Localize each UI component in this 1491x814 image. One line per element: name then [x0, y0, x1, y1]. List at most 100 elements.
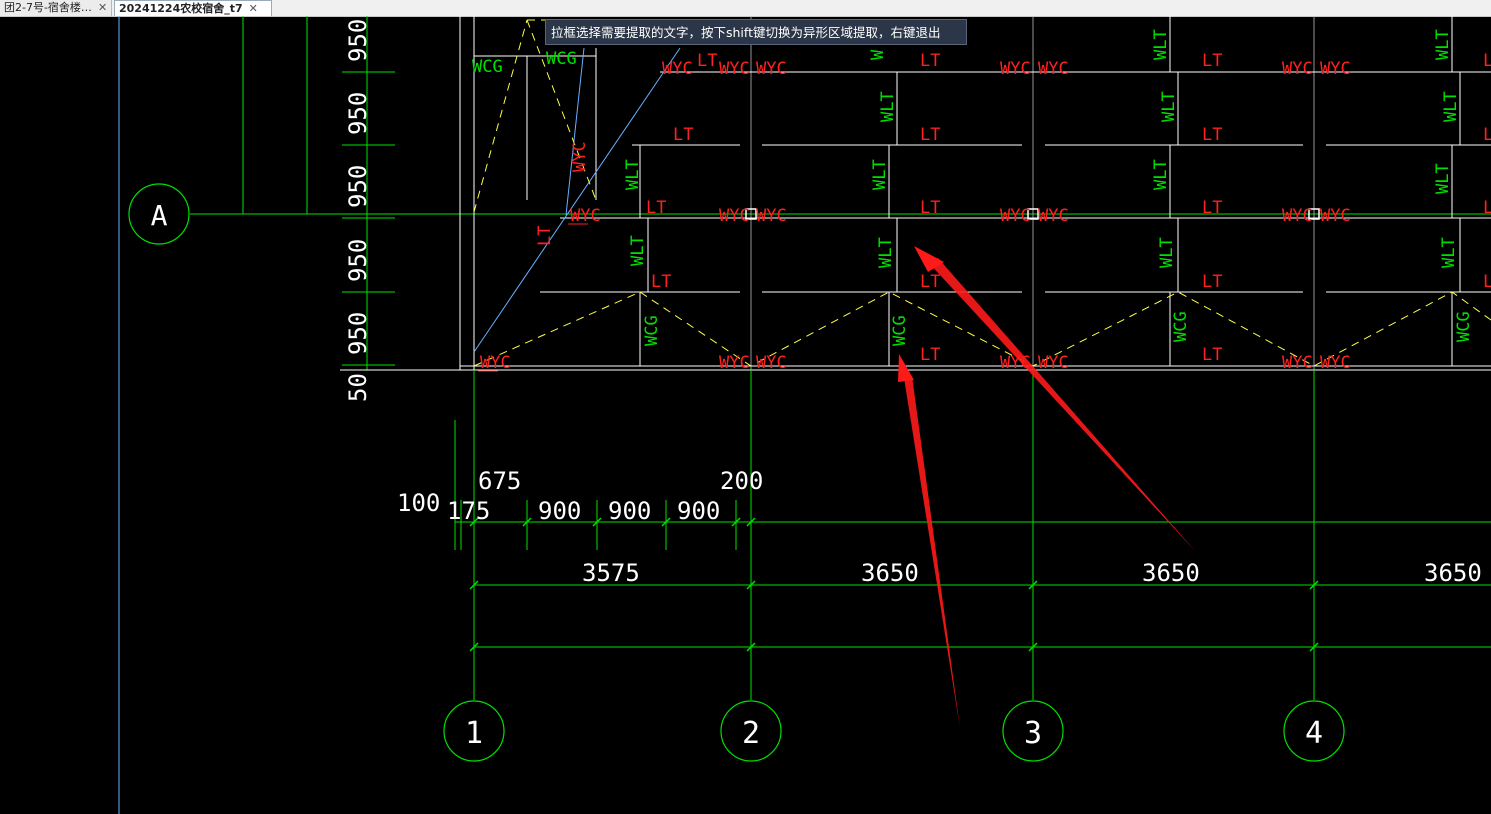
dim-text: 900 [538, 497, 581, 525]
dim-text: 50 [344, 373, 372, 402]
frame-lines [340, 16, 1491, 371]
label-wyc: WYC [480, 353, 511, 373]
label-wyc-vertical: WYC [570, 141, 590, 172]
label-lt: LT [673, 125, 693, 145]
arrow-1-shaft [928, 258, 1196, 552]
label-wlt-vertical: WLT [1433, 29, 1453, 60]
label-wyc: WYC [1038, 59, 1069, 79]
label-lt: LT [1202, 345, 1222, 365]
label-lt: LT [920, 345, 940, 365]
axis-label-3: 3 [1024, 716, 1042, 751]
axis-labels-bottom: 1 2 3 4 [465, 716, 1323, 751]
label-wyc: WYC [756, 206, 787, 226]
label-wcg-vertical: WCG [1454, 311, 1474, 342]
label-wlt-vertical: WLT [878, 91, 898, 122]
tab-label: 20241224农校宿舍_t7 [119, 2, 243, 15]
label-wlt-vertical: WLT [628, 235, 648, 266]
arrow-2-shaft [904, 376, 960, 728]
label-w-vertical: W [868, 49, 888, 60]
annotation-arrows [898, 246, 1196, 728]
label-lt: LT [920, 272, 940, 292]
tab-bar: 团2-7号-宿舍楼… ✕ 20241224农校宿舍_t7 ✕ [0, 0, 1491, 17]
label-wyc: WYC [1000, 59, 1031, 79]
dim-text: 3650 [1142, 559, 1200, 587]
text-extract-tooltip: 拉框选择需要提取的文字，按下shift键切换为异形区域提取，右键退出 [545, 19, 967, 45]
label-wcg-vertical: WCG [1171, 311, 1191, 342]
label-wlt-vertical: WLT [1441, 91, 1461, 122]
label-wyc: WYC [719, 206, 750, 226]
label-wcg: WCG [546, 49, 577, 69]
label-wlt-vertical: WLT [1433, 163, 1453, 194]
close-icon[interactable]: ✕ [98, 1, 107, 14]
dim-text: 175 [447, 497, 490, 525]
close-icon[interactable]: ✕ [249, 2, 258, 15]
label-wyc: WYC [1282, 206, 1313, 226]
label-lt: LT [920, 125, 940, 145]
label-wlt-vertical: WLT [1151, 29, 1171, 60]
label-wlt-vertical: WLT [1157, 237, 1177, 268]
label-wyc: WYC [1000, 206, 1031, 226]
vertical-dimension-texts: 950 950 950 950 950 50 [344, 19, 372, 402]
label-wyc: WYC [756, 353, 787, 373]
axis-label-4: 4 [1305, 716, 1323, 751]
label-lt: LT [646, 198, 666, 218]
arrow-2-head [898, 354, 914, 382]
label-wcg-vertical: WCG [890, 315, 910, 346]
label-wlt-vertical: WLT [1159, 91, 1179, 122]
label-wyc: WYC [1282, 353, 1313, 373]
label-wyc: WYC [719, 353, 750, 373]
label-lt: LT [1202, 125, 1222, 145]
label-wlt-vertical: WLT [870, 159, 890, 190]
dim-text: 950 [344, 19, 372, 62]
label-wlt-vertical: WLT [876, 237, 896, 268]
dim-text: 950 [344, 239, 372, 282]
axis-label-2: 2 [742, 716, 760, 751]
label-wyc: WYC [570, 206, 601, 226]
label-underlines [478, 223, 588, 372]
dim-text: 3650 [1424, 559, 1482, 587]
dim-text: 3650 [861, 559, 919, 587]
label-wyc: WYC [1320, 59, 1351, 79]
dim-text: 950 [344, 165, 372, 208]
label-lt-vertical: LT [535, 226, 555, 246]
label-lt: LT [1483, 272, 1491, 292]
label-wyc: WYC [756, 59, 787, 79]
cad-drawing-canvas[interactable]: A 950 950 950 950 950 50 WYC LT WYC WYC … [0, 16, 1491, 814]
dim-text: 950 [344, 92, 372, 135]
label-lt: LT [1202, 272, 1222, 292]
label-wyc: WYC [1320, 206, 1351, 226]
label-lt: LT [1202, 198, 1222, 218]
label-wcg-vertical: WCG [642, 315, 662, 346]
label-lt: LT [920, 51, 940, 71]
label-lt: LT [651, 272, 671, 292]
dim-text: 100 [397, 489, 440, 517]
dim-text: 3575 [582, 559, 640, 587]
label-lt: LT [1483, 198, 1491, 218]
vertical-dimension-lines [242, 16, 395, 370]
label-wlt-vertical: WLT [1439, 237, 1459, 268]
horizontal-dimension-lines [454, 420, 1491, 648]
axis-label-1: 1 [465, 716, 483, 751]
label-wcg: WCG [472, 57, 503, 77]
label-lt: LT [1202, 51, 1222, 71]
dim-text: 900 [608, 497, 651, 525]
axis-label-a: A [151, 199, 168, 232]
label-lt: LT [1483, 51, 1491, 71]
member-labels-red: WYC LT WYC WYC LT WYC WYC LT WYC WYC LT … [480, 51, 1491, 373]
label-lt: LT [920, 198, 940, 218]
label-wyc: WYC [1282, 59, 1313, 79]
dim-text: 675 [478, 467, 521, 495]
label-wyc: WYC [1320, 353, 1351, 373]
horizontal-dimension-texts: 675 200 100 175 900 900 900 3575 3650 36… [397, 467, 1482, 587]
axis-extension-lines [473, 370, 1315, 700]
dim-text: 900 [677, 497, 720, 525]
tab-dormitory-file[interactable]: 团2-7号-宿舍楼… ✕ [0, 0, 112, 16]
label-wyc: WYC [719, 59, 750, 79]
label-wyc: WYC [1038, 206, 1069, 226]
tab-active-file[interactable]: 20241224农校宿舍_t7 ✕ [114, 0, 272, 16]
dim-text: 200 [720, 467, 763, 495]
grid-column-lines [750, 16, 1315, 370]
label-wyc: WYC [662, 59, 693, 79]
axis-bubbles-bottom [443, 700, 1345, 762]
dim-text: 950 [344, 312, 372, 355]
